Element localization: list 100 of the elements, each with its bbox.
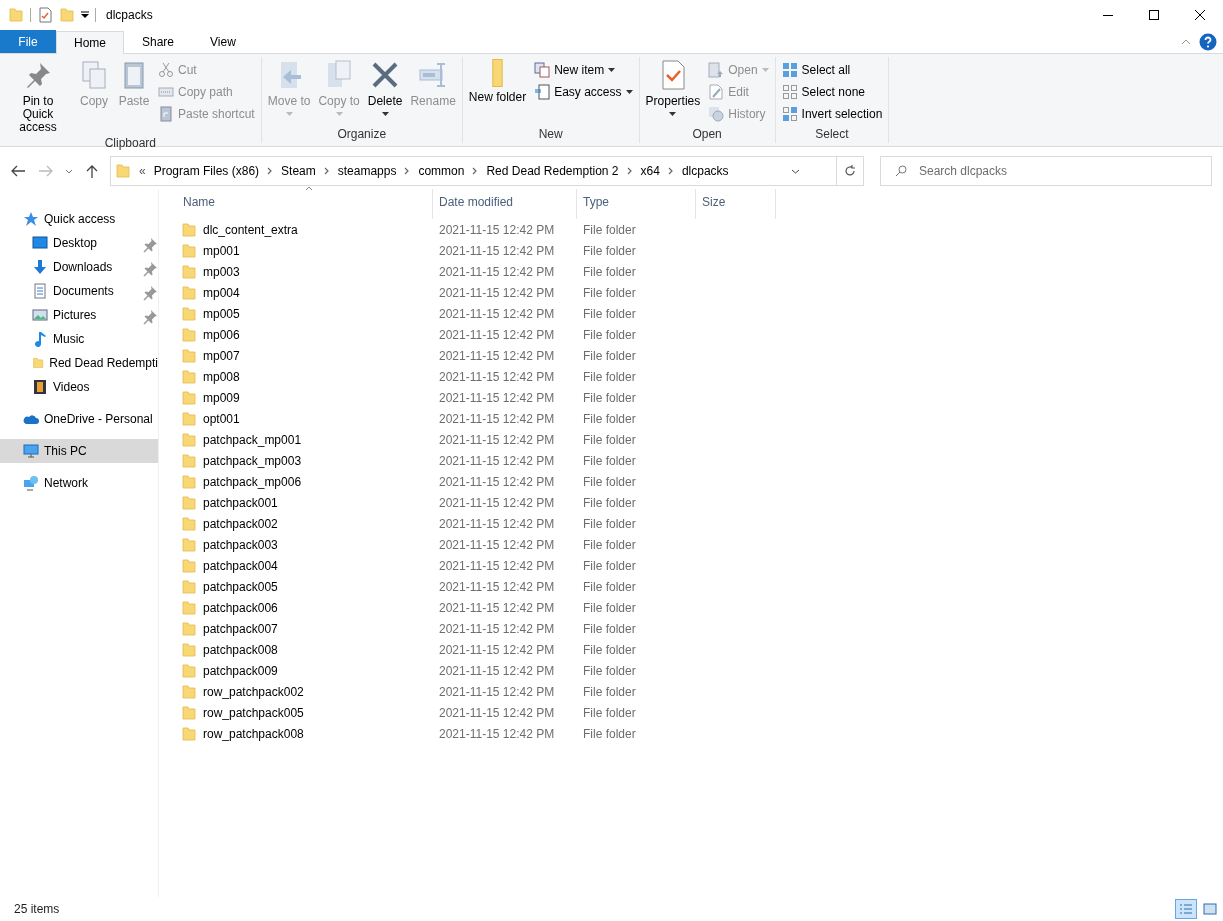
date-cell-text: 2021-11-15 12:42 PM bbox=[438, 579, 556, 594]
download-icon bbox=[32, 259, 48, 275]
nav-item[interactable]: This PC bbox=[0, 439, 158, 463]
file-name[interactable]: mp001 bbox=[203, 243, 240, 258]
breadcrumb[interactable]: Steam bbox=[281, 164, 316, 178]
ribbon-button[interactable]: Delete bbox=[364, 57, 406, 127]
ribbon-button[interactable]: Invert selection bbox=[778, 103, 886, 125]
breadcrumb[interactable]: common bbox=[418, 164, 465, 178]
group-label: Clipboard bbox=[103, 136, 158, 150]
date-cell-text: 2021-11-15 12:42 PM bbox=[438, 306, 556, 321]
type-cell-text: File folder bbox=[582, 642, 637, 657]
nav-item[interactable]: Pictures bbox=[0, 303, 158, 327]
file-name[interactable]: mp009 bbox=[203, 390, 240, 405]
maximize-icon bbox=[1149, 10, 1159, 20]
type-cell-text: File folder bbox=[582, 495, 637, 510]
breadcrumb[interactable]: Program Files (x86) bbox=[153, 164, 260, 178]
caret-icon bbox=[381, 112, 389, 116]
date-cell-text: 2021-11-15 12:42 PM bbox=[438, 369, 556, 384]
ribbon-button[interactable]: New folder bbox=[465, 57, 530, 127]
date-cell-text: 2021-11-15 12:42 PM bbox=[438, 411, 556, 426]
type-cell-text: File folder bbox=[582, 600, 637, 615]
file-name[interactable]: opt001 bbox=[203, 411, 240, 426]
details-view-button[interactable] bbox=[1175, 899, 1197, 919]
type-cell-text: File folder bbox=[582, 264, 637, 279]
file-name[interactable]: mp008 bbox=[203, 369, 240, 384]
ribbon-button[interactable]: Easy access bbox=[531, 81, 636, 103]
column-header[interactable]: Type bbox=[577, 189, 696, 219]
nav-item[interactable]: Music bbox=[0, 327, 158, 351]
search-field[interactable]: Search dlcpacks bbox=[880, 156, 1212, 186]
date-cell-text: 2021-11-15 12:42 PM bbox=[438, 432, 556, 447]
nav-item[interactable]: Downloads bbox=[0, 255, 158, 279]
file-name[interactable]: patchpack005 bbox=[203, 579, 278, 594]
file-name[interactable]: patchpack007 bbox=[203, 621, 278, 636]
file-name[interactable]: row_patchpack005 bbox=[203, 705, 304, 720]
ribbon-tab[interactable]: Home bbox=[56, 31, 124, 54]
type-cell-text: File folder bbox=[582, 705, 637, 720]
file-name[interactable]: patchpack002 bbox=[203, 516, 278, 531]
type-cell-text: File folder bbox=[582, 621, 637, 636]
file-name[interactable]: mp006 bbox=[203, 327, 240, 342]
breadcrumb[interactable]: x64 bbox=[640, 164, 660, 178]
help-icon[interactable] bbox=[1199, 32, 1217, 51]
file-name[interactable]: patchpack006 bbox=[203, 600, 278, 615]
collapse-ribbon-icon[interactable] bbox=[1181, 38, 1191, 45]
date-cell-text: 2021-11-15 12:42 PM bbox=[438, 285, 556, 300]
file-name[interactable]: patchpack004 bbox=[203, 558, 278, 573]
caret-icon bbox=[761, 68, 769, 72]
details-list-icon bbox=[1179, 903, 1193, 915]
edit-icon bbox=[708, 84, 725, 100]
nav-item[interactable]: Quick access bbox=[0, 207, 158, 231]
breadcrumb[interactable]: dlcpacks bbox=[681, 164, 729, 178]
type-cell-text: File folder bbox=[582, 390, 637, 405]
new-item-icon bbox=[534, 62, 551, 78]
type-cell-text: File folder bbox=[582, 285, 637, 300]
select-all-icon bbox=[781, 62, 798, 78]
ribbon-button[interactable]: Select all bbox=[778, 59, 886, 81]
file-name[interactable]: patchpack_mp001 bbox=[203, 432, 302, 447]
breadcrumb[interactable]: steamapps bbox=[337, 164, 397, 178]
file-menu-tab[interactable]: File bbox=[0, 30, 56, 53]
nav-item[interactable]: Desktop bbox=[0, 231, 158, 255]
file-name[interactable]: patchpack001 bbox=[203, 495, 278, 510]
file-name[interactable]: row_patchpack002 bbox=[203, 684, 304, 699]
column-header[interactable]: Size bbox=[696, 189, 776, 219]
file-name[interactable]: patchpack008 bbox=[203, 642, 278, 657]
nav-item[interactable]: Red Dead Redempti bbox=[0, 351, 158, 375]
ribbon-button[interactable]: Select none bbox=[778, 81, 886, 103]
date-cell-text: 2021-11-15 12:42 PM bbox=[438, 642, 556, 657]
file-name[interactable]: patchpack_mp006 bbox=[203, 474, 302, 489]
file-name[interactable]: patchpack009 bbox=[203, 663, 278, 678]
history-icon bbox=[708, 106, 725, 122]
date-cell-text: 2021-11-15 12:42 PM bbox=[438, 537, 556, 552]
ribbon-button[interactable]: Pin to Quick access bbox=[3, 57, 73, 136]
column-header[interactable]: Name bbox=[177, 189, 433, 219]
nav-item[interactable]: Network bbox=[0, 471, 158, 495]
nav-item[interactable]: Documents bbox=[0, 279, 158, 303]
address-bar[interactable]: « Program Files (x86) Steam steamapps common Red Dead Redemption 2 x64 dlcpacks bbox=[110, 156, 837, 186]
overflow-button[interactable]: « bbox=[139, 164, 146, 178]
file-name[interactable]: mp005 bbox=[203, 306, 240, 321]
chevron-icon bbox=[667, 167, 674, 175]
film-icon bbox=[32, 379, 48, 395]
music-note-icon bbox=[32, 331, 48, 347]
nav-item[interactable]: OneDrive - Personal bbox=[0, 407, 158, 431]
chevron-icon bbox=[404, 167, 411, 175]
file-name[interactable]: dlc_content_extra bbox=[203, 222, 298, 237]
refresh-button[interactable] bbox=[836, 156, 864, 186]
breadcrumb[interactable]: Red Dead Redemption 2 bbox=[486, 164, 619, 178]
ribbon-button[interactable]: New item bbox=[531, 59, 636, 81]
picture-icon bbox=[32, 307, 48, 323]
file-name[interactable]: patchpack_mp003 bbox=[203, 453, 302, 468]
file-name[interactable]: row_patchpack008 bbox=[203, 726, 304, 741]
file-name[interactable]: mp004 bbox=[203, 285, 240, 300]
invert-selection-icon bbox=[781, 106, 798, 122]
type-cell-text: File folder bbox=[582, 243, 637, 258]
column-header[interactable]: Date modified bbox=[433, 189, 577, 219]
file-name[interactable]: mp007 bbox=[203, 348, 240, 363]
file-name[interactable]: patchpack003 bbox=[203, 537, 278, 552]
file-name[interactable]: mp003 bbox=[203, 264, 240, 279]
nav-item[interactable]: Videos bbox=[0, 375, 158, 399]
ribbon-button[interactable]: Properties bbox=[642, 57, 704, 127]
dropdown-icon[interactable] bbox=[791, 168, 800, 174]
customize-dropdown-icon[interactable] bbox=[81, 11, 89, 19]
